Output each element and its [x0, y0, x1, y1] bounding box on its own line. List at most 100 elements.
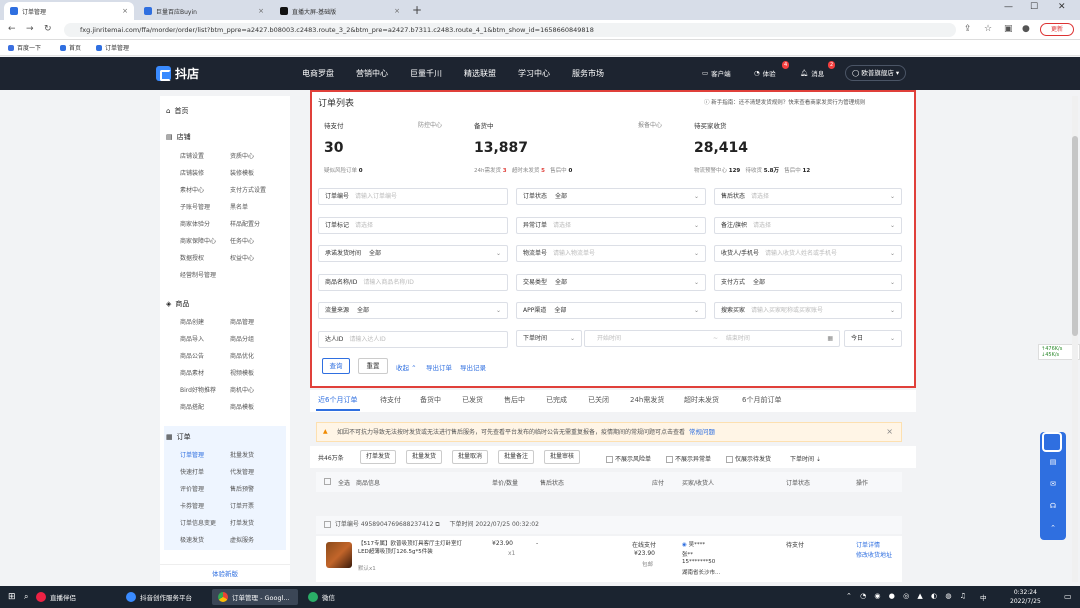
sidebar-item[interactable]: 权益中心	[230, 253, 254, 262]
try-new-version-button[interactable]: 体验新版	[160, 564, 290, 582]
reset-button[interactable]: 重置	[358, 358, 388, 374]
time-quick-select[interactable]: 今日 ⌄	[844, 330, 902, 347]
export-records-link[interactable]: 导出记录	[460, 362, 486, 372]
export-orders-link[interactable]: 导出订单	[426, 362, 452, 372]
batch-ship-button[interactable]: 批量发货	[406, 450, 443, 464]
filter-field[interactable]: 售后状态 请选择 ⌄	[714, 188, 902, 205]
time-range-picker[interactable]: 开始时间 ~ 结束时间 ▦	[584, 330, 840, 347]
sidebar-item[interactable]: 数据授权	[180, 253, 204, 262]
filter-field[interactable]: 交易类型 全部 ⌄	[516, 273, 706, 291]
sidebar-item[interactable]: 黑名单	[230, 202, 248, 211]
sidebar-item[interactable]: 商品优化	[230, 351, 254, 360]
only-pending-checkbox[interactable]: 仅展示待发货	[726, 454, 771, 463]
sidepanel-icon[interactable]: ▣	[1004, 24, 1013, 34]
batch-cancel-button[interactable]: 批量取消	[452, 450, 489, 464]
update-button[interactable]: 更新	[1040, 23, 1074, 36]
checkbox-icon[interactable]	[324, 521, 331, 528]
sidebar-item[interactable]: 素材中心	[180, 185, 204, 194]
order-tab[interactable]: 售后中	[504, 395, 525, 405]
product-title[interactable]: 【517专属】欧普吸顶灯具客厅主灯卧室灯LED超薄吸顶灯126.5g*5件装	[358, 540, 468, 556]
order-tab[interactable]: 备货中	[420, 395, 441, 405]
experience-link[interactable]: ◔ 体验 4	[754, 61, 790, 78]
filter-field[interactable]: 达人ID 请输入达人ID	[318, 330, 508, 348]
sidebar-item[interactable]: 资质中心	[230, 151, 254, 160]
collapse-link[interactable]: 收起 ⌃	[396, 362, 417, 372]
sidebar-item[interactable]: 经营制号管理	[180, 270, 216, 279]
close-tab-icon[interactable]: ×	[122, 7, 128, 15]
tray-icons[interactable]: ⌃ ◔ ◉ ● ◎ ▲ ◐ ◍ ♫	[846, 592, 969, 600]
input-language[interactable]: 中	[980, 592, 987, 602]
close-window-icon[interactable]: ✕	[1058, 2, 1066, 12]
filter-field[interactable]: 承诺发货时间 全部 ⌄	[318, 245, 508, 262]
sidebar-item[interactable]: 批量发货	[230, 450, 254, 459]
order-tab[interactable]: 近6个月订单	[318, 395, 357, 405]
order-tab[interactable]: 超时未发货	[684, 395, 719, 405]
sidebar-item[interactable]: 商品素材	[180, 368, 204, 377]
scrollbar-thumb[interactable]	[1072, 136, 1078, 336]
sidebar-item[interactable]: 评价管理	[180, 484, 204, 493]
sidebar-item[interactable]: 商品公告	[180, 351, 204, 360]
tab-buyin[interactable]: 巨量百应Buyin ×	[138, 2, 270, 20]
sidebar-item[interactable]: 任务中心	[230, 236, 254, 245]
user-menu[interactable]: ◯ 欧普旗舰店 ▾	[845, 65, 907, 81]
sidebar-item[interactable]: 商品分组	[230, 334, 254, 343]
sort-select[interactable]: 下单时间 ⇣	[790, 454, 821, 463]
filter-field[interactable]: APP渠道 全部 ⌄	[516, 302, 706, 319]
sidebar-item[interactable]: 支付方式设置	[230, 185, 266, 194]
nav-compass[interactable]: 电商罗盘	[302, 68, 334, 79]
tab-order-management[interactable]: 订单管理 ×	[4, 2, 134, 20]
notice-link[interactable]: 常规问题	[689, 428, 715, 436]
filter-field[interactable]: 商品名称/ID 请输入商品名称/ID	[318, 273, 508, 291]
close-icon[interactable]: ×	[886, 423, 893, 441]
nav-qianchuan[interactable]: 巨量千川	[410, 68, 442, 79]
order-tab[interactable]: 24h需发货	[630, 395, 664, 405]
new-tab-icon[interactable]: +	[412, 2, 422, 18]
bookmark-home[interactable]: 首页	[60, 43, 81, 52]
bookmark-baidu[interactable]: 百度一下	[8, 43, 41, 52]
sidebar-item[interactable]: 订单管理	[180, 450, 204, 459]
filter-field[interactable]: 异常订单 请选择 ⌄	[516, 216, 706, 234]
sidebar-item[interactable]: 虚拟服务	[230, 535, 254, 544]
sidebar-item[interactable]: 打单发货	[230, 518, 254, 527]
filter-field[interactable]: 流量来源 全部 ⌄	[318, 302, 508, 319]
sidebar-item[interactable]: 商品模板	[230, 402, 254, 411]
filter-field[interactable]: 订单标记 请选择	[318, 216, 508, 234]
messages-link[interactable]: 🔔︎ 消息 2	[800, 61, 836, 78]
profile-icon[interactable]: ●	[1022, 24, 1030, 34]
select-all-checkbox[interactable]	[324, 478, 331, 485]
sidebar-item[interactable]: 卡券管理	[180, 501, 204, 510]
order-tab[interactable]: 已完成	[546, 395, 567, 405]
batch-review-button[interactable]: 批量审核	[544, 450, 581, 464]
filter-field[interactable]: 订单状态 全部 ⌄	[516, 188, 706, 205]
filter-field[interactable]: 订单编号 请输入订单编号	[318, 188, 508, 205]
sidebar-item[interactable]: 子账号管理	[180, 202, 210, 211]
stat-value[interactable]: 30	[324, 140, 343, 156]
filter-field[interactable]: 支付方式 全部 ⌄	[714, 273, 902, 291]
taskbar-app-chrome[interactable]: 订单管理 - Googl...	[212, 589, 298, 605]
close-tab-icon[interactable]: ×	[394, 7, 400, 15]
edit-address-link[interactable]: 修改收货地址	[856, 550, 892, 559]
time-type-select[interactable]: 下单时间 ⌄	[516, 330, 582, 347]
sidebar-item[interactable]: 订单信息变更	[180, 518, 216, 527]
page-scrollbar[interactable]	[1072, 96, 1078, 582]
hide-abnormal-checkbox[interactable]: 不展示异常单	[666, 454, 711, 463]
sidebar-item[interactable]: 商机中心	[230, 385, 254, 394]
order-tab[interactable]: 已发货	[462, 395, 483, 405]
taskbar-app-live-companion[interactable]: 直播伴侣	[30, 589, 116, 605]
share-icon[interactable]: ⇪	[964, 24, 972, 34]
bookmark-star-icon[interactable]: ☆	[984, 24, 992, 34]
order-tab[interactable]: 6个月前订单	[742, 395, 781, 405]
reload-icon[interactable]: ↻	[44, 24, 52, 34]
client-link[interactable]: ▭ 客户端	[702, 68, 731, 78]
sidebar-item[interactable]: 商家体验分	[180, 219, 210, 228]
sidebar-item[interactable]: 样品配置分	[230, 219, 260, 228]
sidebar-item[interactable]: 视频模板	[230, 368, 254, 377]
headset-icon[interactable]: ☊	[1048, 502, 1058, 512]
close-tab-icon[interactable]: ×	[258, 7, 264, 15]
nav-marketing[interactable]: 营销中心	[356, 68, 388, 79]
sidebar-item[interactable]: 极速发货	[180, 535, 204, 544]
sidebar-item[interactable]: 店铺装修	[180, 168, 204, 177]
order-tab[interactable]: 待支付	[380, 395, 401, 405]
print-ship-button[interactable]: 打单发货	[360, 450, 397, 464]
report-center-link[interactable]: 报备中心	[638, 120, 662, 129]
